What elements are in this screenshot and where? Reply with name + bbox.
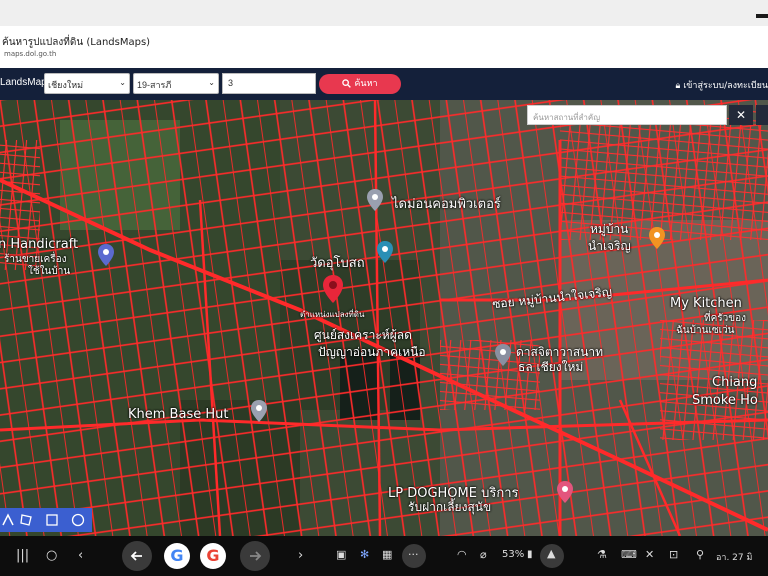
arrow-right-icon bbox=[250, 551, 262, 561]
satellite-map bbox=[0, 100, 768, 536]
recent-apps-icon[interactable]: ||| bbox=[16, 548, 29, 563]
hut-pin-icon[interactable] bbox=[250, 399, 268, 423]
google-app-icon-2[interactable]: G bbox=[200, 543, 226, 569]
search-icon bbox=[342, 79, 352, 88]
flask-icon[interactable]: ⚗ bbox=[597, 548, 607, 561]
wifi-icon: ◠ bbox=[457, 548, 467, 561]
browser-top-strip bbox=[0, 0, 768, 26]
computer-store-pin-icon[interactable] bbox=[366, 188, 384, 212]
login-label: เข้าสู่ระบบ/ลงทะเบียน bbox=[683, 81, 768, 91]
district-select[interactable]: 19-สารภี ⌄ bbox=[133, 73, 219, 94]
page-url: maps.dol.go.th bbox=[4, 50, 57, 58]
home-icon[interactable]: ○ bbox=[46, 548, 57, 563]
chevron-up-icon: ▲ bbox=[547, 547, 556, 560]
shop-pin-icon[interactable] bbox=[97, 243, 115, 267]
screenshot-icon[interactable]: ▦ bbox=[382, 548, 392, 561]
page-title: ค้นหารูปแปลงที่ดิน (LandsMaps) bbox=[2, 37, 151, 48]
login-link[interactable]: 🔒︎ เข้าสู่ระบบ/ลงทะเบียน bbox=[676, 78, 768, 92]
window-control[interactable] bbox=[756, 14, 768, 18]
more-icon: ··· bbox=[408, 548, 419, 561]
layers-button[interactable] bbox=[756, 105, 768, 125]
app-navbar: LandsMaps เชียงใหม่ ⌄ 19-สารภี ⌄ 3 ค้นหา… bbox=[0, 68, 768, 100]
temple-pin-icon[interactable] bbox=[376, 240, 394, 264]
label-nambin2: นำเจริญ bbox=[588, 239, 631, 253]
label-handicraft: n Handicraft bbox=[0, 237, 79, 252]
back-icon[interactable]: ‹ bbox=[78, 548, 83, 563]
map-drawing-toolbar bbox=[0, 508, 92, 532]
browser-page-info: ค้นหารูปแปลงที่ดิน (LandsMaps) maps.dol.… bbox=[0, 26, 768, 68]
circle-tool-icon[interactable] bbox=[70, 512, 86, 528]
keyboard-icon[interactable]: ⌨ bbox=[621, 548, 637, 561]
parcel-location-pin-icon[interactable] bbox=[322, 274, 344, 304]
label-diamond-computer: ไดม่อนคอมพิวเตอร์ bbox=[392, 197, 501, 212]
province-select[interactable]: เชียงใหม่ ⌄ bbox=[44, 73, 130, 94]
screen-capture-icon[interactable]: ⊡ bbox=[669, 548, 678, 561]
battery-percent: 53% bbox=[502, 549, 525, 560]
date-time: อา. 27 มิ bbox=[716, 553, 753, 563]
search-icon[interactable]: ⚲ bbox=[696, 548, 704, 561]
settings-icon[interactable]: ✻ bbox=[360, 548, 369, 561]
label-parcel-pin: ตำแหน่งแปลงที่ดิน bbox=[300, 310, 365, 319]
battery-icon: ▮ bbox=[527, 549, 533, 560]
back-arrow-button[interactable] bbox=[122, 541, 152, 571]
province-value: เชียงใหม่ bbox=[48, 80, 84, 90]
dorm-pin-icon[interactable] bbox=[494, 343, 512, 367]
chevron-right-icon[interactable]: › bbox=[298, 548, 303, 563]
search-button-label: ค้นหา bbox=[354, 79, 378, 89]
label-mykitchen: My Kitchen bbox=[670, 296, 742, 311]
pet-service-pin-icon[interactable] bbox=[556, 480, 574, 504]
polygon-tool-icon[interactable] bbox=[18, 512, 34, 528]
label-smoke: Smoke Ho bbox=[692, 393, 758, 408]
label-khem-base-hut: Khem Base Hut bbox=[128, 407, 229, 422]
parcel-number-input[interactable]: 3 bbox=[222, 73, 316, 94]
volume-mute-icon[interactable]: ✕ bbox=[645, 548, 654, 561]
google-app-icon[interactable]: G bbox=[164, 543, 190, 569]
label-lp-doghome2: รับฝากเลี้ยงสุนัข bbox=[408, 500, 492, 514]
label-chiang: Chiang bbox=[712, 375, 758, 390]
system-taskbar: ||| ○ ‹ G G › ▣ ✻ ▦ ··· ◠ ⌀ 53% ▮ ▲ ⚗ ⌨ … bbox=[0, 536, 768, 576]
close-search-button[interactable]: ✕ bbox=[729, 105, 753, 125]
more-apps-button[interactable]: ··· bbox=[402, 544, 426, 568]
rectangle-tool-icon[interactable] bbox=[44, 512, 60, 528]
label-center2: ปัญญาอ่อนภาคเหนือ bbox=[318, 345, 426, 359]
mute-icon: ⌀ bbox=[480, 548, 487, 561]
label-wat: วัดอุโบสถ bbox=[310, 256, 365, 271]
map-view[interactable]: ค้นหาสถานที่สำคัญ ✕ ไดม่อนคอมพิวเตอร์ n … bbox=[0, 100, 768, 536]
search-button[interactable]: ค้นหา bbox=[319, 74, 401, 94]
label-handicraft-th2: ใช้ในบ้าน bbox=[28, 266, 71, 277]
district-value: 19-สารภี bbox=[137, 80, 172, 90]
place-search-input[interactable]: ค้นหาสถานที่สำคัญ bbox=[527, 105, 727, 125]
forward-arrow-button[interactable] bbox=[240, 541, 270, 571]
restaurant-pin-icon[interactable] bbox=[648, 226, 666, 250]
gallery-icon[interactable]: ▣ bbox=[336, 548, 346, 561]
label-mykitchen-th2: ฉันบ้านเซเว่น bbox=[676, 325, 735, 336]
chevron-down-icon: ⌄ bbox=[208, 78, 215, 87]
arrow-left-icon bbox=[130, 551, 142, 561]
chevron-down-icon: ⌄ bbox=[119, 78, 126, 87]
label-dorm2: ธล เชียงใหม่ bbox=[518, 360, 584, 374]
expand-tray-button[interactable]: ▲ bbox=[540, 544, 564, 568]
pointer-tool-icon[interactable] bbox=[0, 512, 16, 528]
